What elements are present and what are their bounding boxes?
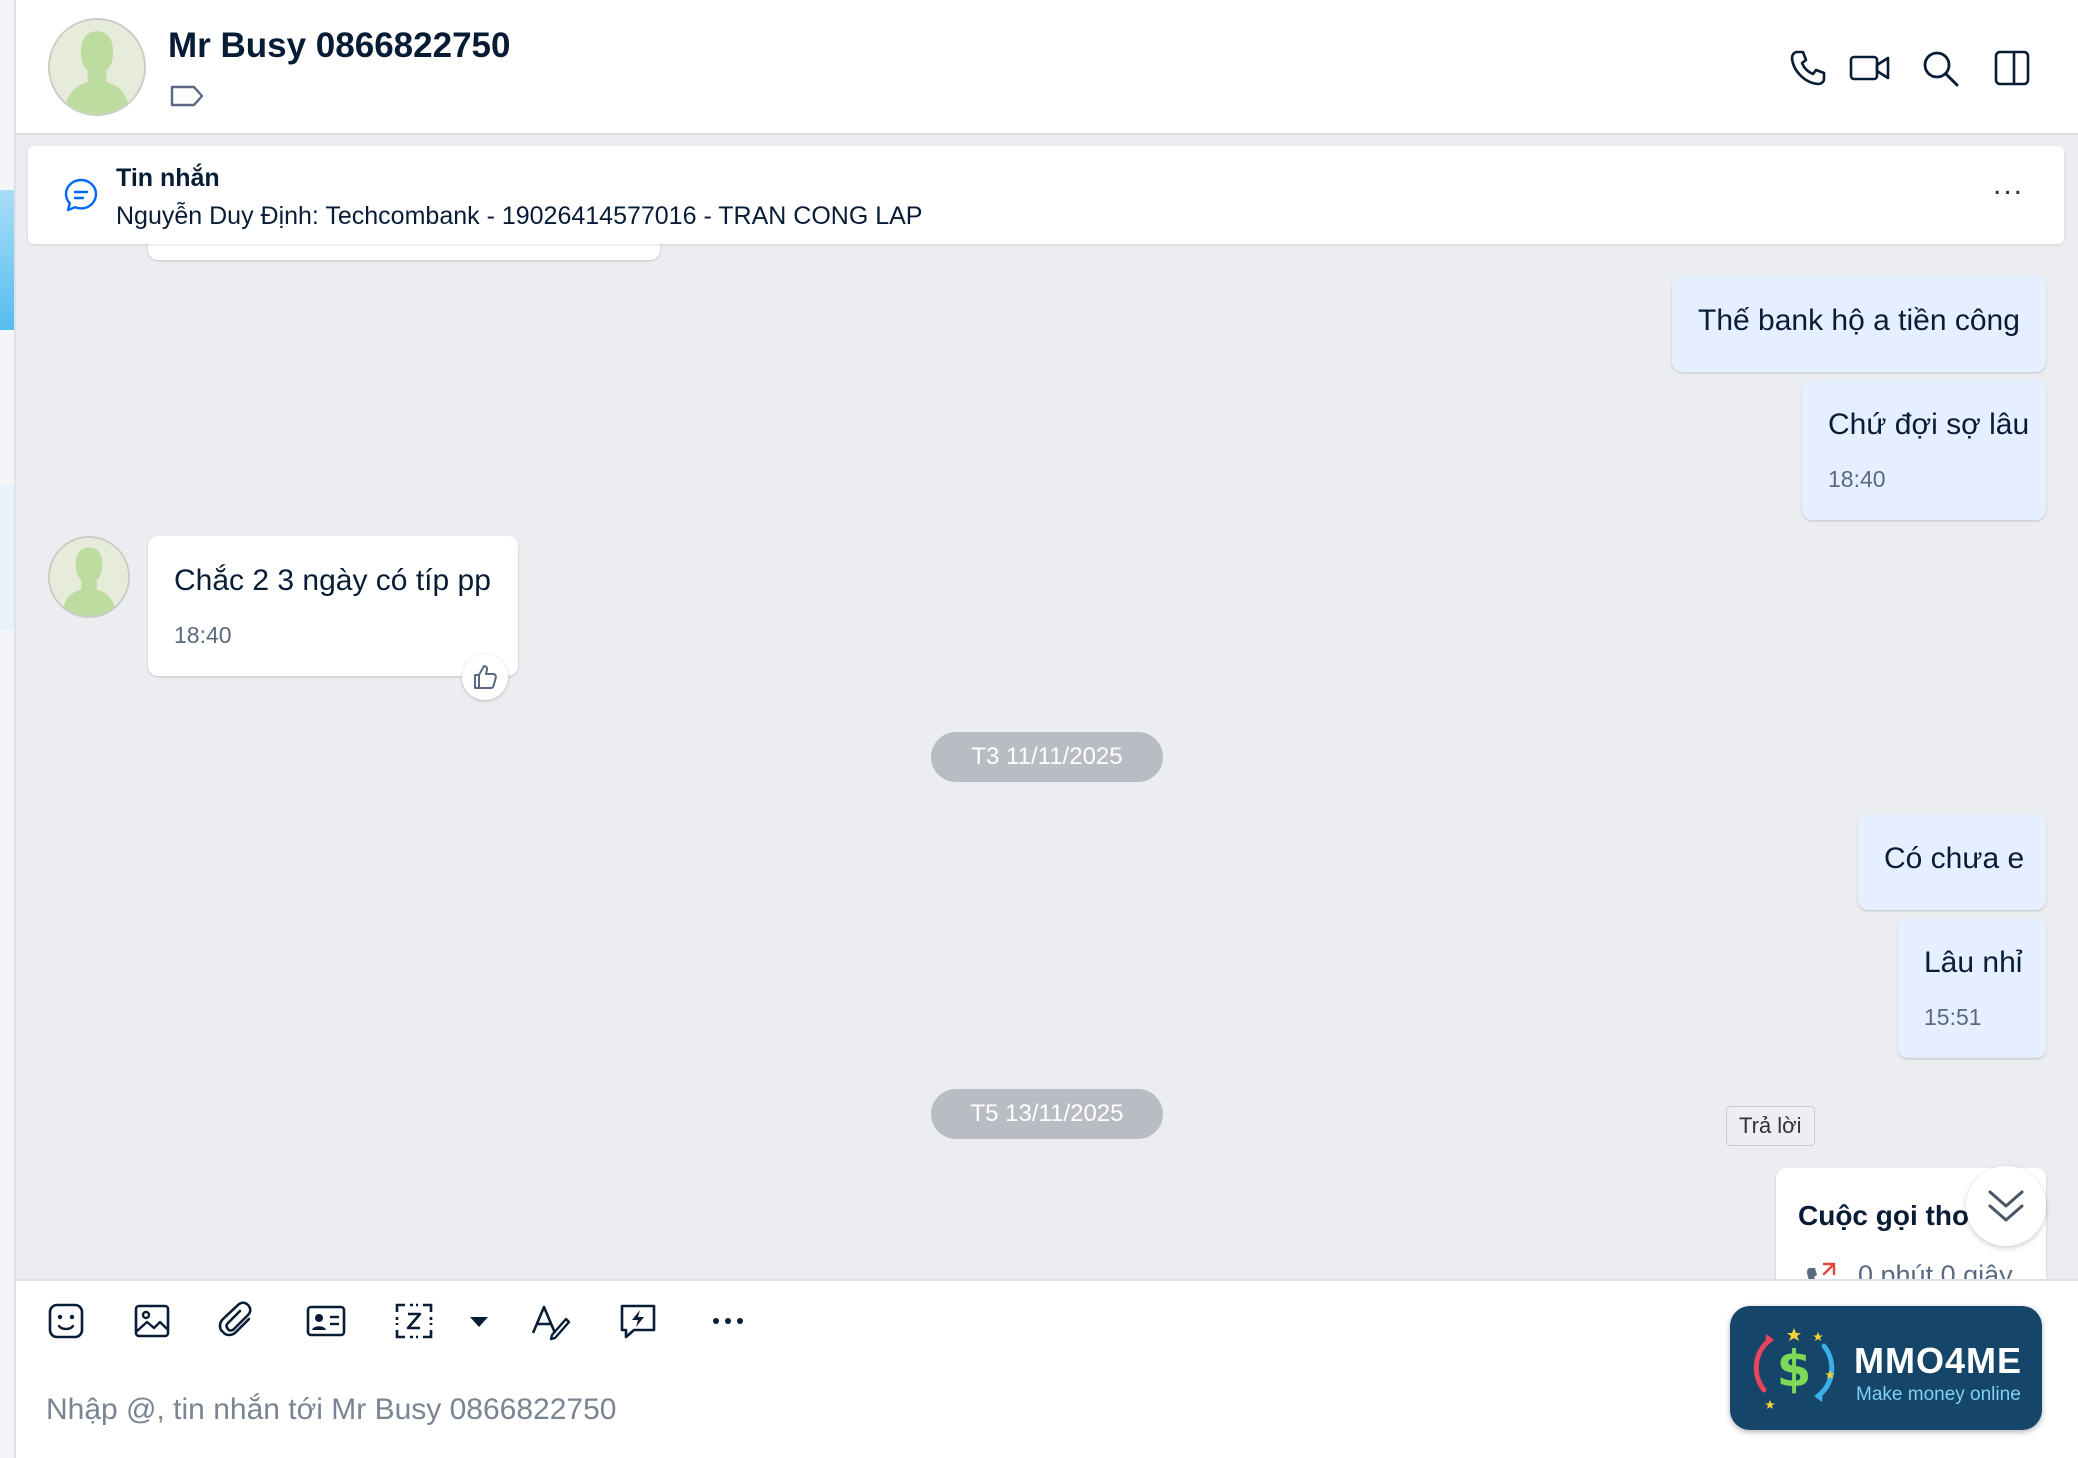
chat-bubble-icon	[64, 178, 98, 212]
avatar-silhouette-icon	[50, 538, 128, 616]
watermark-name: MMO4ME	[1854, 1340, 2022, 1381]
text-format-icon[interactable]	[528, 1299, 572, 1343]
message-text: Chắc 2 3 ngày có típ pp	[174, 564, 491, 597]
sidebar-highlight	[0, 485, 14, 630]
phone-icon[interactable]	[1788, 48, 1828, 88]
attachment-icon[interactable]	[216, 1299, 260, 1343]
reaction-button[interactable]	[462, 654, 508, 700]
chat-header: Mr Busy 0866822750	[16, 0, 2078, 135]
screenshot-icon[interactable]	[392, 1299, 436, 1343]
sidebar-toggle-icon[interactable]	[1992, 48, 2032, 88]
pinned-message-bar[interactable]: Tin nhắn Nguyễn Duy Định: Techcombank - …	[28, 146, 2064, 244]
date-separator: T5 13/11/2025	[931, 1089, 1163, 1139]
message-text: Lâu nhỉ	[1924, 946, 2023, 979]
dropdown-caret-icon[interactable]	[466, 1299, 492, 1343]
contact-avatar[interactable]	[48, 18, 146, 116]
call-title: Cuộc gọi thoại	[1798, 1200, 1993, 1231]
video-call-icon[interactable]	[1848, 48, 1892, 88]
message-bubble-incoming[interactable]: Chắc 2 3 ngày có típ pp 18:40	[148, 536, 518, 676]
svg-text:$: $	[1777, 1340, 1812, 1398]
watermark-tagline: Make money online	[1856, 1384, 2021, 1405]
sticker-icon[interactable]	[44, 1299, 88, 1343]
message-text: Chứ đợi sợ lâu	[1828, 408, 2030, 441]
reply-tooltip: Trả lời	[1726, 1106, 1815, 1146]
message-text: Thế bank hộ a tiền công	[1698, 304, 2020, 337]
dollar-logo-icon: $	[1753, 1328, 1835, 1409]
pinned-more-button[interactable]: ...	[1993, 168, 2024, 202]
message-input[interactable]	[44, 1385, 1648, 1435]
avatar-silhouette-icon	[50, 20, 144, 114]
contact-card-icon[interactable]	[304, 1299, 348, 1343]
scroll-to-bottom-button[interactable]	[1966, 1166, 2046, 1246]
search-icon[interactable]	[1920, 48, 1960, 88]
double-chevron-down-icon	[1988, 1190, 2024, 1222]
message-bubble-outgoing[interactable]: Thế bank hộ a tiền công	[1672, 276, 2046, 372]
sidebar-active-indicator	[0, 190, 14, 330]
label-tag-icon[interactable]	[170, 84, 204, 108]
watermark-badge: $ MMO4ME Make money online	[1730, 1306, 2042, 1430]
thumbs-up-icon	[474, 665, 497, 689]
message-bubble-outgoing[interactable]: Lâu nhỉ 15:51	[1898, 918, 2046, 1058]
message-time: 15:51	[1924, 1004, 1982, 1030]
more-options-icon[interactable]	[706, 1299, 750, 1343]
sender-avatar[interactable]	[48, 536, 130, 618]
left-sidebar-edge	[0, 0, 16, 1458]
pinned-title: Tin nhắn	[116, 164, 220, 192]
date-separator: T3 11/11/2025	[931, 732, 1163, 782]
message-bubble-outgoing[interactable]: Chứ đợi sợ lâu 18:40	[1802, 380, 2046, 520]
message-bubble-outgoing[interactable]: Có chưa e	[1858, 814, 2046, 910]
pinned-text: Nguyễn Duy Định: Techcombank - 190264145…	[116, 202, 923, 230]
message-text: Có chưa e	[1884, 842, 2025, 875]
message-time: 18:40	[174, 622, 232, 648]
quick-message-icon[interactable]	[616, 1299, 660, 1343]
image-icon[interactable]	[130, 1299, 174, 1343]
chat-title: Mr Busy 0866822750	[168, 26, 511, 65]
message-time: 18:40	[1828, 466, 1886, 492]
